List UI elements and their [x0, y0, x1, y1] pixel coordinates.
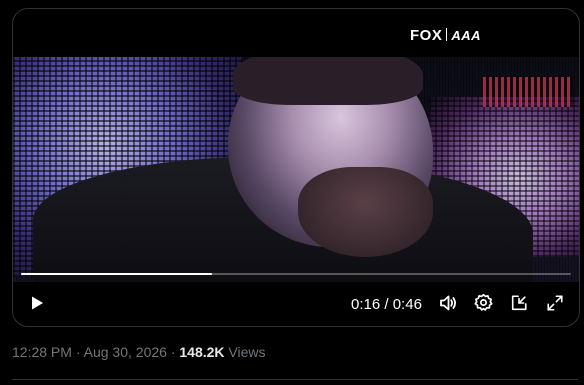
meta-separator-dot: · [75, 344, 81, 360]
post-time[interactable]: 12:28 PM [12, 344, 72, 360]
video-background-red-lights [483, 77, 573, 107]
broadcaster-logo: FOX AAA [410, 27, 481, 44]
divider [12, 379, 578, 380]
video-controls: 0:16 / 0:46 [13, 285, 579, 325]
pop-out-button[interactable] [505, 291, 533, 319]
fullscreen-icon [546, 294, 564, 317]
time-display: 0:16 / 0:46 [351, 296, 422, 313]
fox-logo-text: FOX [409, 27, 443, 44]
progress-bar[interactable] [21, 273, 571, 275]
video-frame[interactable] [13, 57, 579, 282]
duration: 0:46 [392, 296, 422, 313]
progress-bar-fill [21, 273, 213, 275]
views-label: Views [228, 344, 266, 360]
time-separator: / [380, 296, 393, 313]
aaa-logo-text: AAA [451, 28, 481, 43]
pop-out-icon [510, 294, 528, 317]
fullscreen-button[interactable] [541, 291, 569, 319]
video-person-beard [298, 167, 433, 257]
current-time: 0:16 [351, 296, 381, 313]
post-metadata: 12:28 PM · Aug 30, 2026 · 148.2K Views [12, 344, 266, 360]
logo-divider [446, 28, 448, 41]
volume-icon [438, 293, 458, 318]
play-button[interactable] [23, 291, 51, 319]
video-player[interactable]: FOX AAA 0:16 / 0:46 [12, 8, 580, 327]
volume-button[interactable] [434, 291, 462, 319]
video-person-hair [233, 57, 423, 105]
settings-button[interactable] [469, 291, 497, 319]
post-date[interactable]: Aug 30, 2026 [84, 344, 167, 360]
play-icon [29, 295, 45, 316]
views-count: 148.2K [179, 344, 225, 360]
meta-separator-dot: · [170, 344, 176, 360]
gear-icon [473, 293, 493, 317]
